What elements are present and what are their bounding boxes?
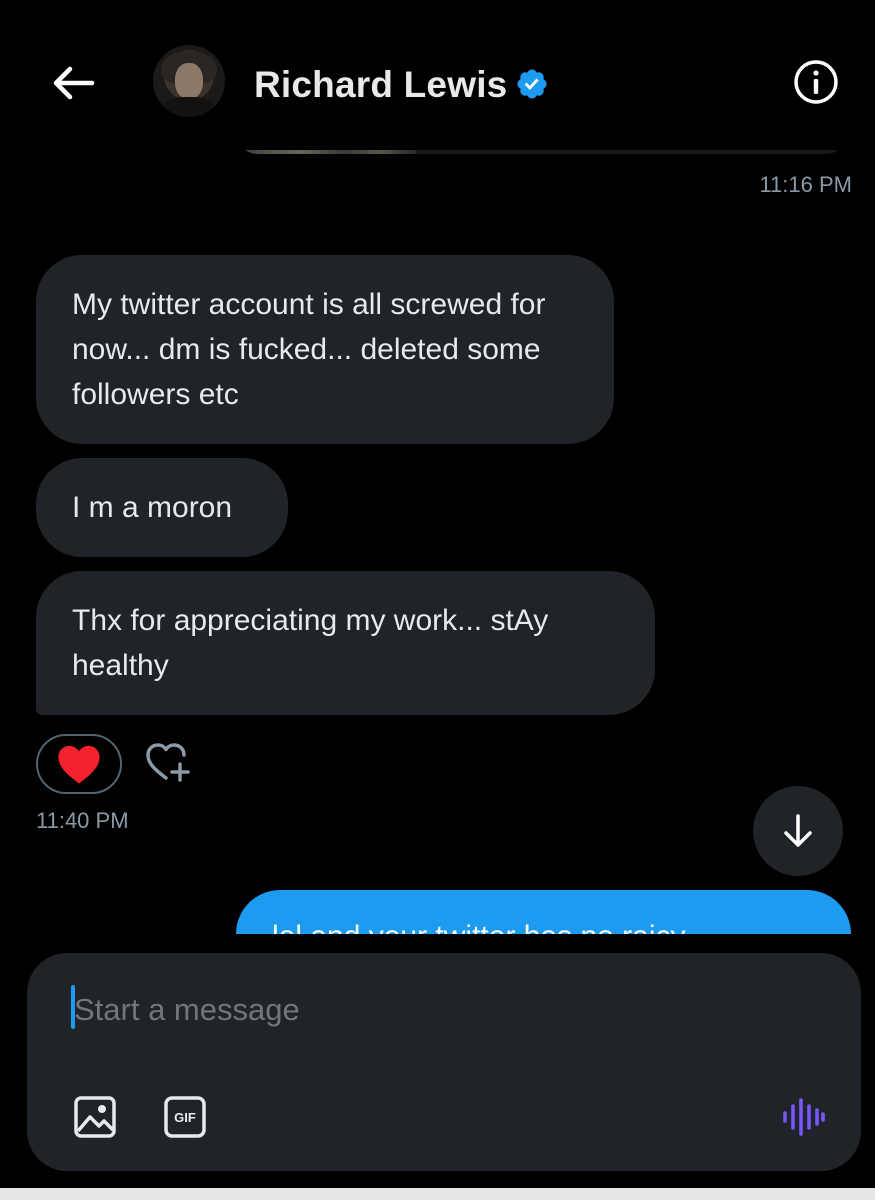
incoming-message[interactable]: I m a moron bbox=[36, 458, 288, 557]
add-reaction-button[interactable] bbox=[144, 740, 194, 786]
text-caret bbox=[71, 985, 75, 1029]
gif-icon: GIF bbox=[164, 1096, 206, 1138]
voice-message-icon bbox=[783, 1098, 825, 1136]
avatar[interactable] bbox=[153, 45, 225, 117]
add-gif-button[interactable]: GIF bbox=[163, 1095, 207, 1139]
outgoing-message-text: lol and your twitter has no raicy bbox=[272, 920, 686, 934]
verified-badge-icon bbox=[517, 69, 547, 99]
info-icon bbox=[794, 60, 838, 104]
message-timestamp: 11:40 PM bbox=[36, 808, 129, 833]
heart-reaction[interactable] bbox=[36, 734, 122, 794]
incoming-message[interactable]: Thx for appreciating my work... stAy hea… bbox=[36, 571, 655, 715]
back-button[interactable] bbox=[48, 58, 98, 108]
voice-message-button[interactable] bbox=[779, 1093, 827, 1141]
arrow-down-icon bbox=[784, 814, 812, 847]
arrow-left-icon bbox=[53, 66, 95, 100]
image-icon bbox=[74, 1096, 116, 1138]
incoming-message[interactable]: My twitter account is all screwed for no… bbox=[36, 255, 614, 444]
info-button[interactable] bbox=[792, 58, 840, 106]
svg-text:GIF: GIF bbox=[174, 1110, 196, 1125]
message-composer: GIF bbox=[27, 953, 861, 1171]
outgoing-message[interactable]: lol and your twitter has no raicy bbox=[236, 890, 851, 934]
chat-header: Richard Lewis bbox=[0, 0, 875, 150]
heart-icon bbox=[58, 745, 100, 784]
contact-name[interactable]: Richard Lewis bbox=[254, 64, 507, 106]
scroll-to-bottom-button[interactable] bbox=[753, 786, 843, 876]
message-input[interactable] bbox=[72, 981, 796, 1039]
system-navigation-bar bbox=[0, 1188, 875, 1200]
heart-plus-icon bbox=[146, 743, 190, 782]
message-timestamp: 11:16 PM bbox=[759, 172, 852, 197]
add-image-button[interactable] bbox=[73, 1095, 117, 1139]
